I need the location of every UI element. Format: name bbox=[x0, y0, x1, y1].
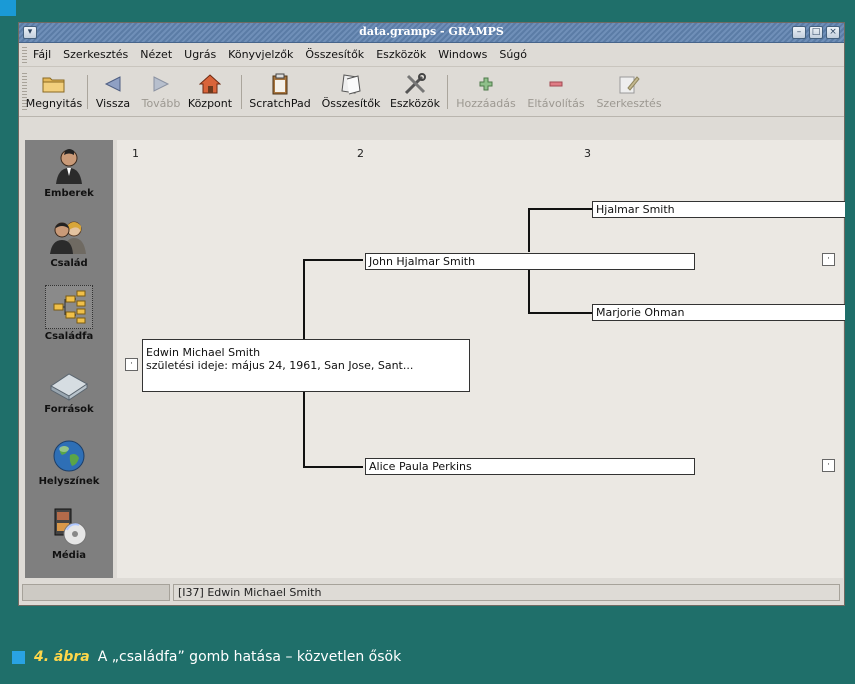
menu-view[interactable]: Nézet bbox=[140, 48, 172, 61]
maximize-icon[interactable]: □ bbox=[809, 26, 823, 39]
window-title: data.gramps - GRAMPS bbox=[359, 25, 504, 38]
toolbar-separator bbox=[241, 75, 242, 109]
connector-line bbox=[528, 312, 592, 314]
edit-icon bbox=[589, 73, 669, 95]
menu-go[interactable]: Ugrás bbox=[184, 48, 216, 61]
family-icon bbox=[25, 216, 113, 256]
reports-button[interactable]: Összesítők bbox=[317, 73, 385, 110]
person-name: Edwin Michael Smith bbox=[146, 346, 261, 359]
toolbar-separator bbox=[87, 75, 88, 109]
connector-line bbox=[303, 259, 305, 341]
person-icon bbox=[25, 146, 113, 186]
report-icon bbox=[317, 73, 385, 95]
pedigree-icon bbox=[45, 285, 93, 329]
caption-marker bbox=[12, 650, 25, 664]
connector-line bbox=[528, 208, 592, 210]
edit-button[interactable]: Szerkesztés bbox=[589, 73, 669, 110]
menu-file[interactable]: Fájl bbox=[33, 48, 51, 61]
person-name: Marjorie Ohman bbox=[596, 306, 685, 319]
sidebar-item-sources[interactable]: Források bbox=[25, 366, 113, 415]
expand-ancestors-button[interactable]: · bbox=[822, 459, 835, 472]
remove-button[interactable]: Eltávolítás bbox=[523, 73, 589, 110]
title-bar: ▾ data.gramps - GRAMPS – □ × bbox=[19, 23, 844, 43]
add-button[interactable]: Hozzáadás bbox=[451, 73, 521, 110]
sidebar-item-media[interactable]: Média bbox=[25, 506, 113, 561]
arrow-right-icon bbox=[137, 73, 185, 95]
open-button[interactable]: Megnyitás bbox=[25, 73, 83, 110]
minimize-icon[interactable]: – bbox=[792, 26, 806, 39]
arrow-left-icon bbox=[91, 73, 135, 95]
sidebar-item-family[interactable]: Család bbox=[25, 216, 113, 269]
expand-ancestors-button[interactable]: · bbox=[822, 253, 835, 266]
generation-label: 2 bbox=[357, 147, 364, 160]
toolbar: Megnyitás Vissza Tovább Központ ScratchP… bbox=[19, 67, 844, 117]
person-box-mother[interactable]: Alice Paula Perkins bbox=[365, 458, 695, 475]
progress-area bbox=[22, 584, 170, 601]
generation-label: 1 bbox=[132, 147, 139, 160]
book-icon bbox=[25, 366, 113, 402]
person-box-active[interactable]: Edwin Michael Smith születési ideje: máj… bbox=[142, 339, 470, 392]
menu-bookmarks[interactable]: Könyvjelzők bbox=[228, 48, 293, 61]
home-icon bbox=[185, 73, 235, 95]
view-sidebar: Emberek Család Családfa Források Helyszí… bbox=[25, 140, 113, 578]
forward-button[interactable]: Tovább bbox=[137, 73, 185, 110]
person-name: John Hjalmar Smith bbox=[369, 255, 476, 268]
sidebar-item-people[interactable]: Emberek bbox=[25, 146, 113, 199]
person-box-paternal-grandmother[interactable]: Marjorie Ohman bbox=[592, 304, 845, 321]
person-box-father[interactable]: John Hjalmar Smith bbox=[365, 253, 695, 270]
close-icon[interactable]: × bbox=[826, 26, 840, 39]
generation-label: 3 bbox=[584, 147, 591, 160]
menu-bar: Fájl Szerkesztés Nézet Ugrás Könyvjelzők… bbox=[19, 43, 844, 67]
globe-icon bbox=[25, 438, 113, 474]
status-text: [I37] Edwin Michael Smith bbox=[173, 584, 840, 601]
connector-line bbox=[528, 208, 530, 252]
clipboard-icon bbox=[245, 73, 315, 95]
caption-text: A „családfa” gomb hatása – közvetlen ősö… bbox=[97, 649, 402, 665]
connector-line bbox=[303, 390, 305, 468]
connector-line bbox=[303, 259, 363, 261]
home-button[interactable]: Központ bbox=[185, 73, 235, 110]
menu-tools[interactable]: Eszközök bbox=[376, 48, 426, 61]
menu-edit[interactable]: Szerkesztés bbox=[63, 48, 128, 61]
person-name: Alice Paula Perkins bbox=[369, 460, 472, 473]
minus-icon bbox=[523, 73, 589, 95]
person-box-paternal-grandfather[interactable]: Hjalmar Smith bbox=[592, 201, 845, 218]
menu-windows[interactable]: Windows bbox=[438, 48, 487, 61]
scratchpad-button[interactable]: ScratchPad bbox=[245, 73, 315, 110]
figure-number: 4. ábra bbox=[34, 649, 90, 665]
menu-help[interactable]: Súgó bbox=[499, 48, 527, 61]
person-birth: születési ideje: május 24, 1961, San Jos… bbox=[146, 359, 414, 372]
media-icon bbox=[25, 506, 113, 548]
status-bar: [I37] Edwin Michael Smith bbox=[18, 582, 845, 604]
sidebar-item-pedigree[interactable]: Családfa bbox=[25, 285, 113, 342]
connector-line bbox=[528, 270, 530, 314]
person-name: Hjalmar Smith bbox=[596, 203, 675, 216]
back-button[interactable]: Vissza bbox=[91, 73, 135, 110]
tools-icon bbox=[385, 73, 445, 95]
menu-reports[interactable]: Összesítők bbox=[305, 48, 364, 61]
folder-icon bbox=[25, 73, 83, 95]
menubar-grip bbox=[22, 47, 27, 63]
pedigree-canvas: 1 2 3 Edwin Michael Smith születési idej… bbox=[117, 140, 845, 578]
connector-line bbox=[303, 466, 363, 468]
plus-icon bbox=[451, 73, 521, 95]
expand-children-button[interactable]: · bbox=[125, 358, 138, 371]
sidebar-item-places[interactable]: Helyszínek bbox=[25, 438, 113, 487]
figure-caption: 4. ábra A „családfa” gomb hatása – közve… bbox=[12, 649, 401, 665]
toolbar-separator bbox=[447, 75, 448, 109]
tools-button[interactable]: Eszközök bbox=[385, 73, 445, 110]
corner-accent bbox=[0, 0, 16, 16]
